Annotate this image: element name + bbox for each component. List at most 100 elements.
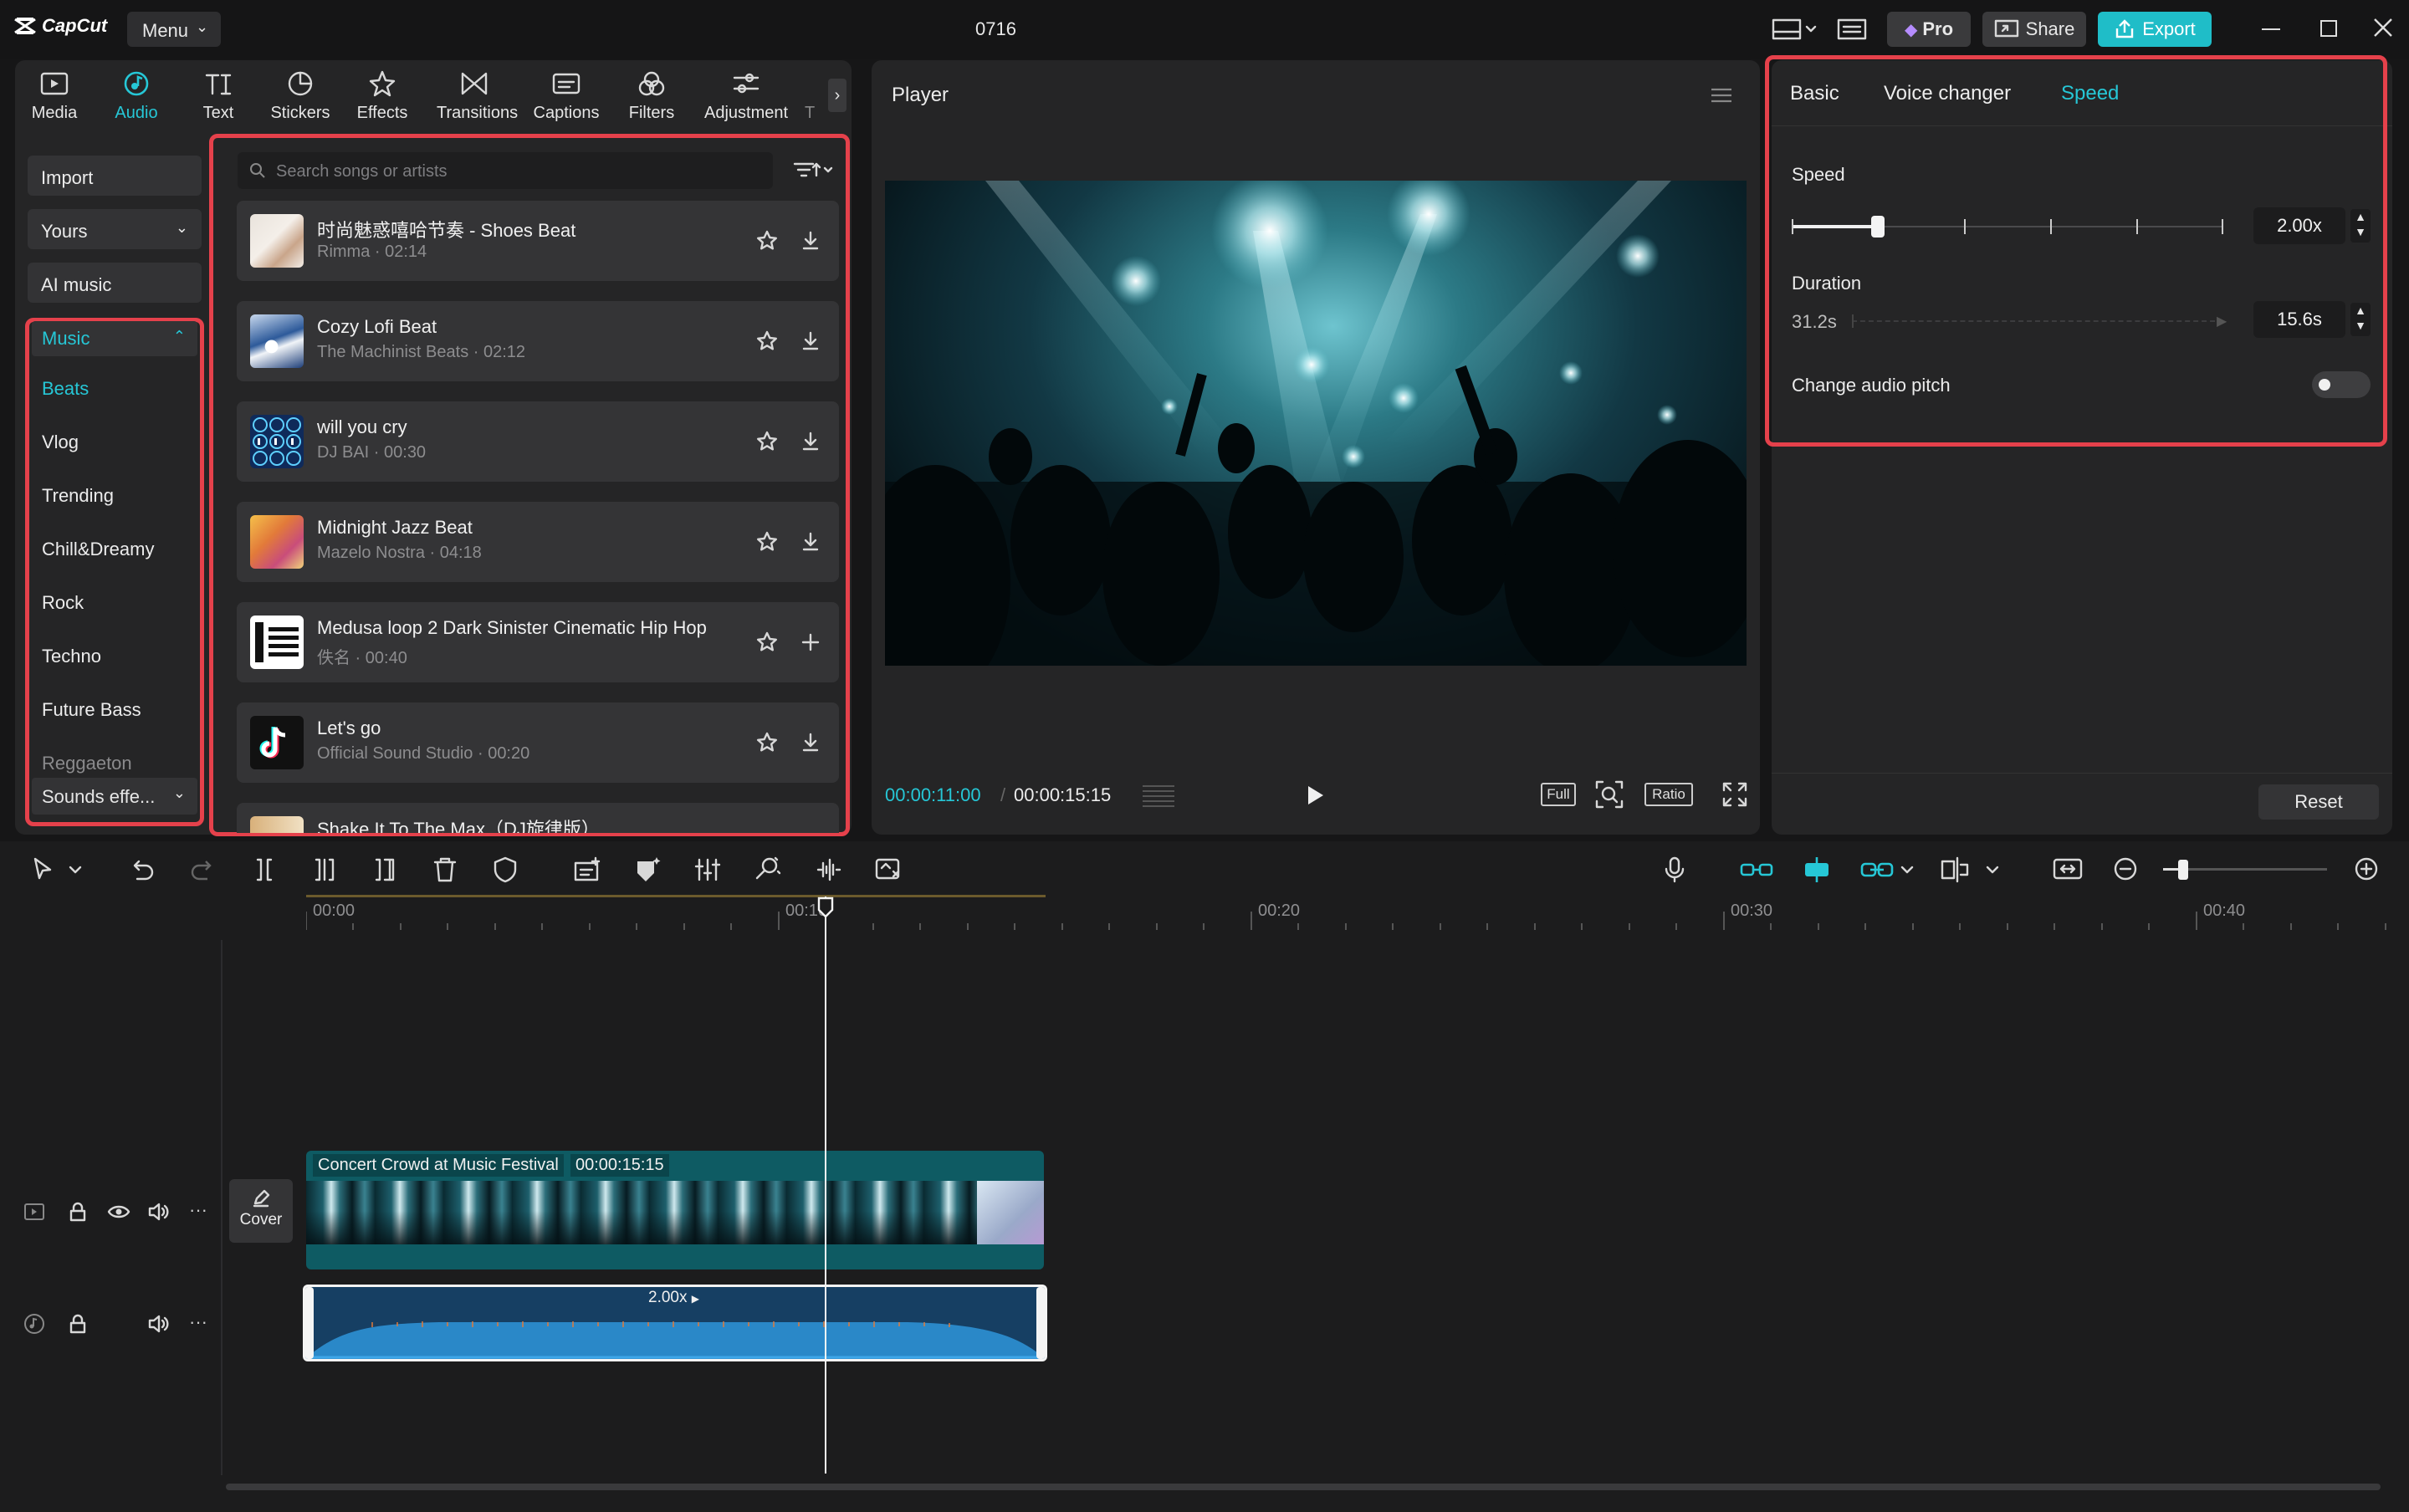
tab-media[interactable]: Media — [17, 67, 92, 122]
player-menu-icon[interactable] — [1710, 87, 1733, 104]
auto-snap-icon[interactable] — [1798, 855, 1835, 885]
share-button[interactable]: Share — [1982, 12, 2086, 47]
song-item[interactable]: Midnight Jazz Beat Mazelo Nostra · 04:18 — [237, 502, 839, 582]
music-category-header[interactable]: Music ⌃ — [32, 321, 197, 356]
fit-timeline-icon[interactable] — [2051, 855, 2084, 885]
undo-icon[interactable] — [127, 855, 157, 885]
import-button[interactable]: Import — [28, 156, 202, 196]
add-marker-icon[interactable] — [572, 855, 602, 885]
trash-icon[interactable] — [430, 855, 460, 885]
category-rock[interactable]: Rock — [42, 592, 84, 614]
reset-button[interactable]: Reset — [2258, 784, 2379, 820]
audio-trim-left-handle[interactable] — [305, 1287, 314, 1359]
category-future-bass[interactable]: Future Bass — [42, 699, 141, 721]
lock-track-icon[interactable] — [67, 1201, 89, 1223]
zoom-out-icon[interactable] — [2111, 855, 2141, 885]
category-techno[interactable]: Techno — [42, 646, 101, 667]
main-track-magnet-icon[interactable] — [1738, 855, 1775, 885]
favorite-star-icon[interactable] — [754, 629, 780, 656]
search-input[interactable]: Search songs or artists — [238, 152, 773, 189]
waveform-toggle-icon[interactable] — [1139, 781, 1178, 810]
ai-music-button[interactable]: AI music — [28, 263, 202, 303]
download-icon[interactable] — [797, 729, 824, 756]
tab-captions[interactable]: Captions — [529, 67, 604, 122]
chevron-down-icon[interactable] — [1984, 855, 2001, 885]
minimize-icon[interactable] — [2262, 28, 2280, 30]
tab-effects[interactable]: Effects — [345, 67, 420, 122]
duration-value-field[interactable]: 15.6s — [2253, 301, 2345, 338]
speed-slider-thumb[interactable] — [1871, 216, 1885, 238]
download-icon[interactable] — [797, 428, 824, 455]
microphone-icon[interactable] — [1660, 855, 1690, 885]
download-icon[interactable] — [797, 529, 824, 555]
freeze-frame-icon[interactable] — [873, 855, 903, 885]
audio-adjust-icon[interactable] — [693, 855, 723, 885]
song-item[interactable]: will you cry DJ BAI · 00:30 — [237, 401, 839, 482]
chevron-down-icon[interactable] — [67, 855, 97, 885]
speed-slider[interactable] — [1792, 209, 2223, 244]
favorite-star-icon[interactable] — [754, 428, 780, 455]
category-vlog[interactable]: Vlog — [42, 432, 79, 453]
song-item[interactable]: Cozy Lofi Beat The Machinist Beats · 02:… — [237, 301, 839, 381]
zoom-fit-icon[interactable] — [1594, 779, 1624, 810]
zoom-slider-thumb[interactable] — [2178, 860, 2188, 880]
download-icon[interactable] — [797, 227, 824, 254]
tab-stickers[interactable]: Stickers — [263, 67, 338, 122]
favorite-star-icon[interactable] — [754, 227, 780, 254]
speed-stepper[interactable]: ▲ ▼ — [2350, 209, 2371, 243]
timeline-scrollbar[interactable] — [226, 1484, 2381, 1490]
fullscreen-icon[interactable] — [1721, 781, 1748, 808]
preview-axis-icon[interactable] — [1939, 855, 1976, 885]
tab-filters[interactable]: Filters — [614, 67, 689, 122]
tab-adjustment[interactable]: Adjustment — [704, 67, 788, 122]
eye-icon[interactable] — [107, 1201, 130, 1223]
playhead[interactable] — [825, 896, 826, 1474]
close-icon[interactable] — [2372, 17, 2394, 38]
speaker-icon[interactable] — [147, 1313, 171, 1335]
menu-button[interactable]: Menu ⌄ — [127, 12, 221, 47]
zoom-in-icon[interactable] — [2352, 855, 2382, 885]
favorite-star-icon[interactable] — [754, 729, 780, 756]
playhead-handle[interactable] — [817, 896, 834, 918]
tab-transitions[interactable]: Transitions — [437, 67, 518, 122]
shortcuts-icon[interactable] — [1837, 17, 1867, 42]
pitch-toggle[interactable] — [2312, 371, 2371, 398]
song-item[interactable]: 时尚魅惑嘻哈节奏 - Shoes Beat Rimma · 02:14 — [237, 201, 839, 281]
song-item[interactable]: Let's go Official Sound Studio · 00:20 — [237, 702, 839, 783]
favorite-star-icon[interactable] — [754, 529, 780, 555]
duration-stepper[interactable]: ▲ ▼ — [2350, 303, 2371, 336]
maximize-icon[interactable] — [2320, 20, 2337, 37]
category-chill-dreamy[interactable]: Chill&Dreamy — [42, 539, 154, 560]
more-options-icon[interactable]: ··· — [189, 1311, 207, 1333]
song-item[interactable]: Medusa loop 2 Dark Sinister Cinematic Hi… — [237, 602, 839, 682]
audio-clip[interactable]: 2.00x ▶ — [303, 1285, 1047, 1361]
audio-trim-right-handle[interactable] — [1036, 1287, 1045, 1359]
song-item[interactable]: Shake It To The Max（DJ旋律版） — [237, 803, 839, 833]
chevron-down-icon[interactable] — [1899, 855, 1915, 885]
download-icon[interactable] — [797, 328, 824, 355]
video-clip[interactable]: Concert Crowd at Music Festival 00:00:15… — [306, 1151, 1044, 1269]
time-ruler[interactable] — [306, 905, 2392, 935]
filter-sort-button[interactable] — [791, 157, 838, 182]
split-icon[interactable] — [249, 855, 279, 885]
tab-audio[interactable]: Audio — [99, 67, 174, 122]
ai-clip-icon[interactable] — [632, 855, 662, 885]
linkage-icon[interactable] — [1859, 855, 1895, 885]
category-trending[interactable]: Trending — [42, 485, 114, 507]
yours-dropdown[interactable]: Yours ⌄ — [28, 209, 202, 249]
add-icon[interactable] — [797, 629, 824, 656]
speaker-icon[interactable] — [147, 1201, 171, 1223]
play-button[interactable] — [1303, 783, 1327, 808]
export-button[interactable]: Export — [2098, 12, 2212, 47]
category-reggaeton[interactable]: Reggaeton — [42, 753, 132, 774]
shield-icon[interactable] — [490, 855, 520, 885]
audio-waveform-icon[interactable] — [813, 855, 843, 885]
ratio-button[interactable]: Ratio — [1644, 783, 1693, 806]
delete-right-icon[interactable] — [370, 855, 400, 885]
more-options-icon[interactable]: ··· — [189, 1199, 207, 1221]
speed-value-field[interactable]: 2.00x — [2253, 207, 2345, 244]
sounds-effects-dropdown[interactable]: Sounds effe... ⌄ — [32, 778, 197, 815]
layout-icon[interactable] — [1772, 17, 1818, 42]
delete-left-icon[interactable] — [309, 855, 340, 885]
redo-icon[interactable] — [187, 855, 217, 885]
